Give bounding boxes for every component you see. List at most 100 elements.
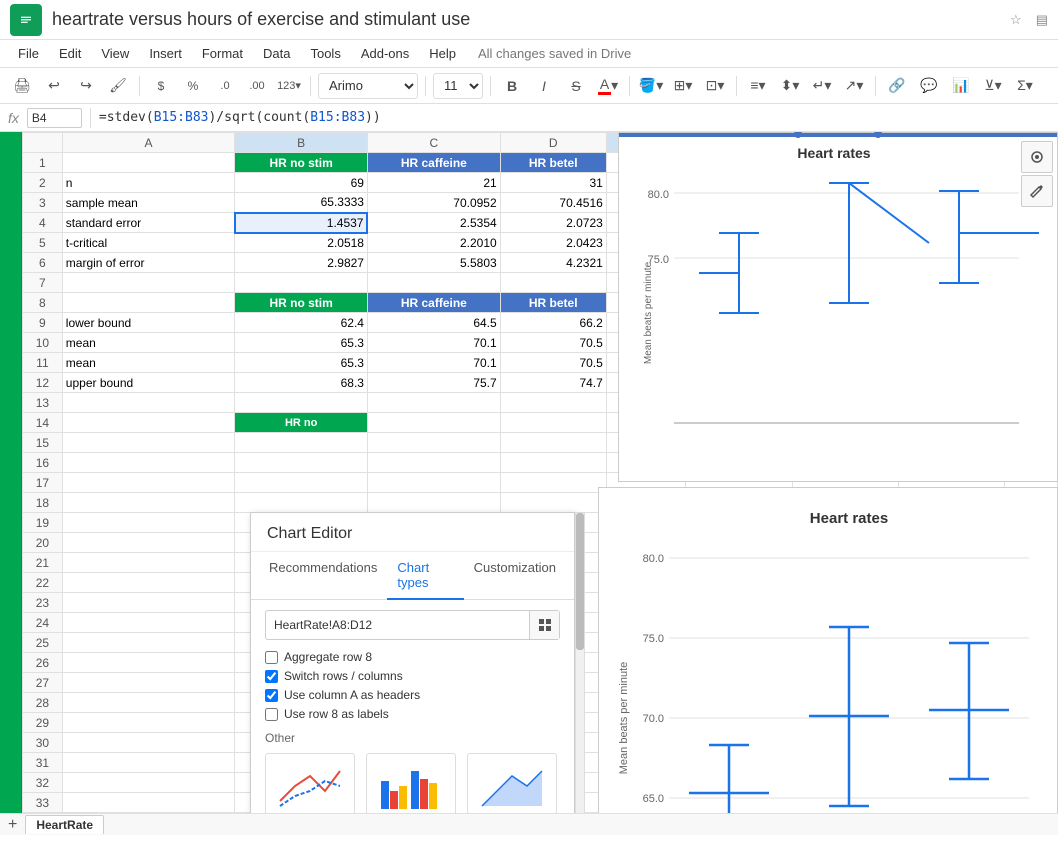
chart-type-line[interactable] bbox=[265, 753, 355, 813]
tab-recommendations[interactable]: Recommendations bbox=[259, 552, 387, 600]
cell-b1[interactable]: HR no stim bbox=[235, 153, 368, 173]
cell-c10[interactable]: 70.1 bbox=[367, 333, 500, 353]
cell-a10[interactable]: mean bbox=[62, 333, 235, 353]
cell-d2[interactable]: 31 bbox=[500, 173, 606, 193]
col-header-c[interactable]: C bbox=[367, 133, 500, 153]
cell-b11[interactable]: 65.3 bbox=[235, 353, 368, 373]
cell-c6[interactable]: 5.5803 bbox=[367, 253, 500, 273]
percent-button[interactable]: % bbox=[179, 72, 207, 100]
merge-button[interactable]: ⊡▾ bbox=[701, 72, 729, 100]
cell-c3[interactable]: 70.0952 bbox=[367, 193, 500, 213]
row8-labels-checkbox[interactable] bbox=[265, 708, 278, 721]
data-range-input[interactable] bbox=[266, 613, 529, 637]
switch-rows-checkbox[interactable] bbox=[265, 670, 278, 683]
cell-d11[interactable]: 70.5 bbox=[500, 353, 606, 373]
col-a-headers-checkbox[interactable] bbox=[265, 689, 278, 702]
cell-c7[interactable] bbox=[367, 273, 500, 293]
menu-edit[interactable]: Edit bbox=[51, 44, 89, 63]
fill-color-button[interactable]: 🪣▾ bbox=[637, 72, 665, 100]
aggregate-checkbox[interactable] bbox=[265, 651, 278, 664]
menu-format[interactable]: Format bbox=[194, 44, 251, 63]
cell-a4[interactable]: standard error bbox=[62, 213, 235, 233]
cell-d4[interactable]: 2.0723 bbox=[500, 213, 606, 233]
cell-a9[interactable]: lower bound bbox=[62, 313, 235, 333]
cell-c5[interactable]: 2.2010 bbox=[367, 233, 500, 253]
functions-button[interactable]: Σ▾ bbox=[1011, 72, 1039, 100]
cell-b7[interactable] bbox=[235, 273, 368, 293]
menu-tools[interactable]: Tools bbox=[302, 44, 348, 63]
cell-b5[interactable]: 2.0518 bbox=[235, 233, 368, 253]
cell-c8[interactable]: HR caffeine bbox=[367, 293, 500, 313]
cell-a13[interactable] bbox=[62, 393, 235, 413]
chart-2[interactable]: Heart rates Mean beats per minute 80.0 7… bbox=[598, 487, 1058, 813]
cell-c11[interactable]: 70.1 bbox=[367, 353, 500, 373]
scrollbar-thumb[interactable] bbox=[576, 513, 584, 650]
chart-1[interactable]: Heart rates 80.0 75.0 Mean beats per min… bbox=[618, 132, 1058, 482]
cell-d10[interactable]: 70.5 bbox=[500, 333, 606, 353]
wrap-button[interactable]: ↵▾ bbox=[808, 72, 836, 100]
cell-d8[interactable]: HR betel bbox=[500, 293, 606, 313]
currency-button[interactable]: $ bbox=[147, 72, 175, 100]
star-icon[interactable]: ☆ bbox=[1010, 12, 1022, 28]
tab-customization[interactable]: Customization bbox=[464, 552, 566, 600]
bold-button[interactable]: B bbox=[498, 72, 526, 100]
menu-file[interactable]: File bbox=[10, 44, 47, 63]
decimal-decrease-button[interactable]: .0 bbox=[211, 72, 239, 100]
cell-d12[interactable]: 74.7 bbox=[500, 373, 606, 393]
menu-view[interactable]: View bbox=[93, 44, 137, 63]
cell-a11[interactable]: mean bbox=[62, 353, 235, 373]
print-button[interactable]: 🖨 bbox=[8, 72, 36, 100]
italic-button[interactable]: I bbox=[530, 72, 558, 100]
decimal-increase-button[interactable]: .00 bbox=[243, 72, 271, 100]
cell-d6[interactable]: 4.2321 bbox=[500, 253, 606, 273]
cell-d1[interactable]: HR betel bbox=[500, 153, 606, 173]
cell-d13[interactable] bbox=[500, 393, 606, 413]
cell-c4[interactable]: 2.5354 bbox=[367, 213, 500, 233]
chart-type-bar[interactable] bbox=[366, 753, 456, 813]
cell-a6[interactable]: margin of error bbox=[62, 253, 235, 273]
number-format-button[interactable]: 123▾ bbox=[275, 72, 303, 100]
menu-help[interactable]: Help bbox=[421, 44, 464, 63]
cell-c1[interactable]: HR caffeine bbox=[367, 153, 500, 173]
cell-a1[interactable] bbox=[62, 153, 235, 173]
data-range-grid-icon[interactable] bbox=[529, 611, 559, 639]
cell-a7[interactable] bbox=[62, 273, 235, 293]
cell-a14[interactable] bbox=[62, 413, 235, 433]
col-header-d[interactable]: D bbox=[500, 133, 606, 153]
cell-d7[interactable] bbox=[500, 273, 606, 293]
cell-c13[interactable] bbox=[367, 393, 500, 413]
rotate-button[interactable]: ↗▾ bbox=[840, 72, 868, 100]
font-size-selector[interactable]: 11 bbox=[433, 73, 483, 99]
cell-a3[interactable]: sample mean bbox=[62, 193, 235, 213]
redo-button[interactable]: ↪ bbox=[72, 72, 100, 100]
chart-view-button[interactable] bbox=[1021, 141, 1053, 173]
comment-button[interactable]: 💬 bbox=[915, 72, 943, 100]
cell-d14[interactable] bbox=[500, 413, 606, 433]
menu-addons[interactable]: Add-ons bbox=[353, 44, 417, 63]
cell-a8[interactable] bbox=[62, 293, 235, 313]
cell-a12[interactable]: upper bound bbox=[62, 373, 235, 393]
cell-d9[interactable]: 66.2 bbox=[500, 313, 606, 333]
cell-b9[interactable]: 62.4 bbox=[235, 313, 368, 333]
chart-edit-button[interactable] bbox=[1021, 175, 1053, 207]
cell-b13[interactable] bbox=[235, 393, 368, 413]
tab-chart-types[interactable]: Chart types bbox=[387, 552, 463, 600]
cell-d3[interactable]: 70.4516 bbox=[500, 193, 606, 213]
cell-b4[interactable]: 1.4537 bbox=[235, 213, 368, 233]
undo-button[interactable]: ↩ bbox=[40, 72, 68, 100]
paint-format-button[interactable]: 🖌 bbox=[104, 72, 132, 100]
align-button[interactable]: ≡▾ bbox=[744, 72, 772, 100]
folder-icon[interactable]: ▤ bbox=[1036, 12, 1048, 28]
cell-a5[interactable]: t-critical bbox=[62, 233, 235, 253]
chart-button[interactable]: 📊 bbox=[947, 72, 975, 100]
menu-data[interactable]: Data bbox=[255, 44, 298, 63]
cell-d5[interactable]: 2.0423 bbox=[500, 233, 606, 253]
cell-c9[interactable]: 64.5 bbox=[367, 313, 500, 333]
cell-c12[interactable]: 75.7 bbox=[367, 373, 500, 393]
cell-b14[interactable]: HR no bbox=[235, 413, 368, 433]
col-header-b[interactable]: B bbox=[235, 133, 368, 153]
cell-b2[interactable]: 69 bbox=[235, 173, 368, 193]
cell-b12[interactable]: 68.3 bbox=[235, 373, 368, 393]
cell-b6[interactable]: 2.9827 bbox=[235, 253, 368, 273]
cell-c2[interactable]: 21 bbox=[367, 173, 500, 193]
